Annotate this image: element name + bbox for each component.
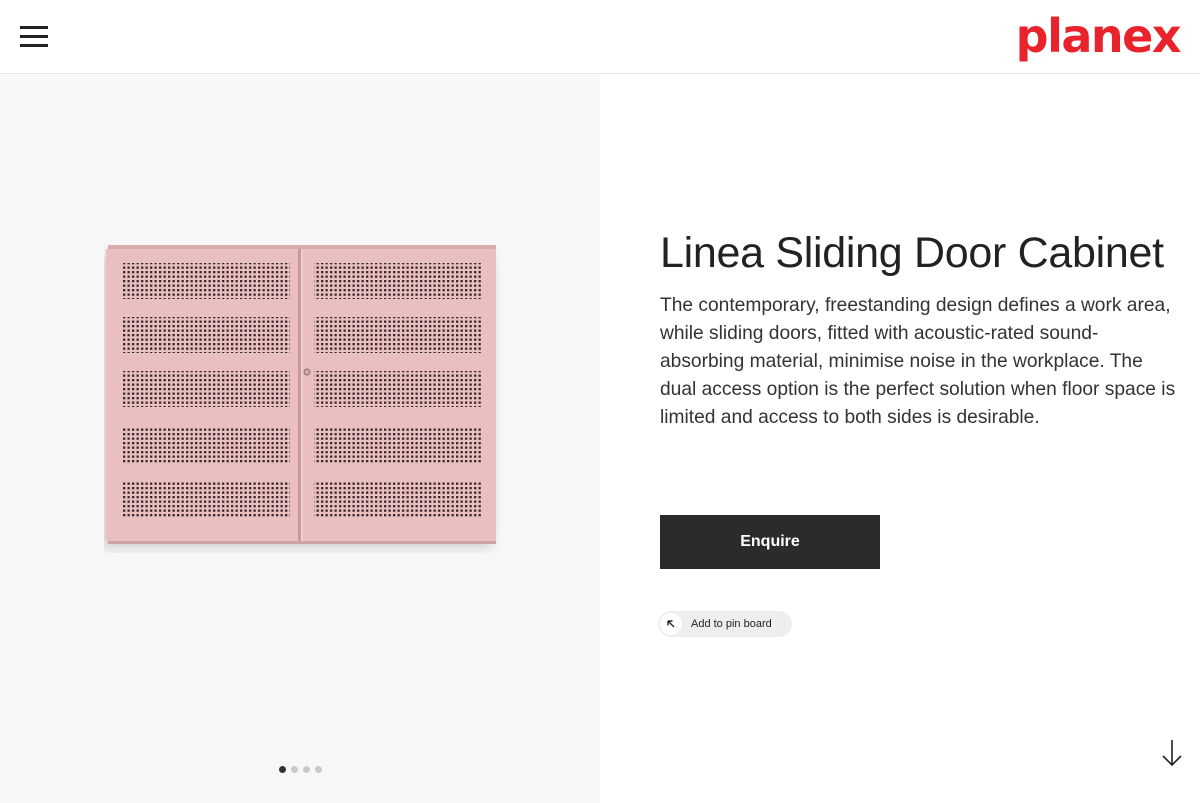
gallery-dots: [279, 766, 322, 773]
product-image: [104, 243, 500, 553]
add-to-pin-board-button[interactable]: Add to pin board: [658, 611, 792, 637]
product-description: The contemporary, freestanding design de…: [660, 295, 1176, 428]
product-title: Linea Sliding Door Cabinet: [660, 229, 1164, 277]
hamburger-menu-icon[interactable]: [20, 26, 48, 47]
arrow-up-left-icon: [660, 613, 682, 635]
enquire-button[interactable]: Enquire: [660, 515, 880, 569]
site-header: planex: [0, 0, 1200, 74]
product-info: Linea Sliding Door Cabinet The contempor…: [660, 230, 1180, 432]
pin-board-label: Add to pin board: [691, 618, 772, 630]
gallery-dot-3[interactable]: [303, 766, 310, 773]
gallery-dot-1[interactable]: [279, 766, 286, 773]
planex-logo[interactable]: planex: [1016, 8, 1182, 64]
arrow-down-icon[interactable]: [1160, 738, 1184, 768]
gallery-dot-2[interactable]: [291, 766, 298, 773]
product-gallery: [0, 75, 600, 803]
gallery-dot-4[interactable]: [315, 766, 322, 773]
